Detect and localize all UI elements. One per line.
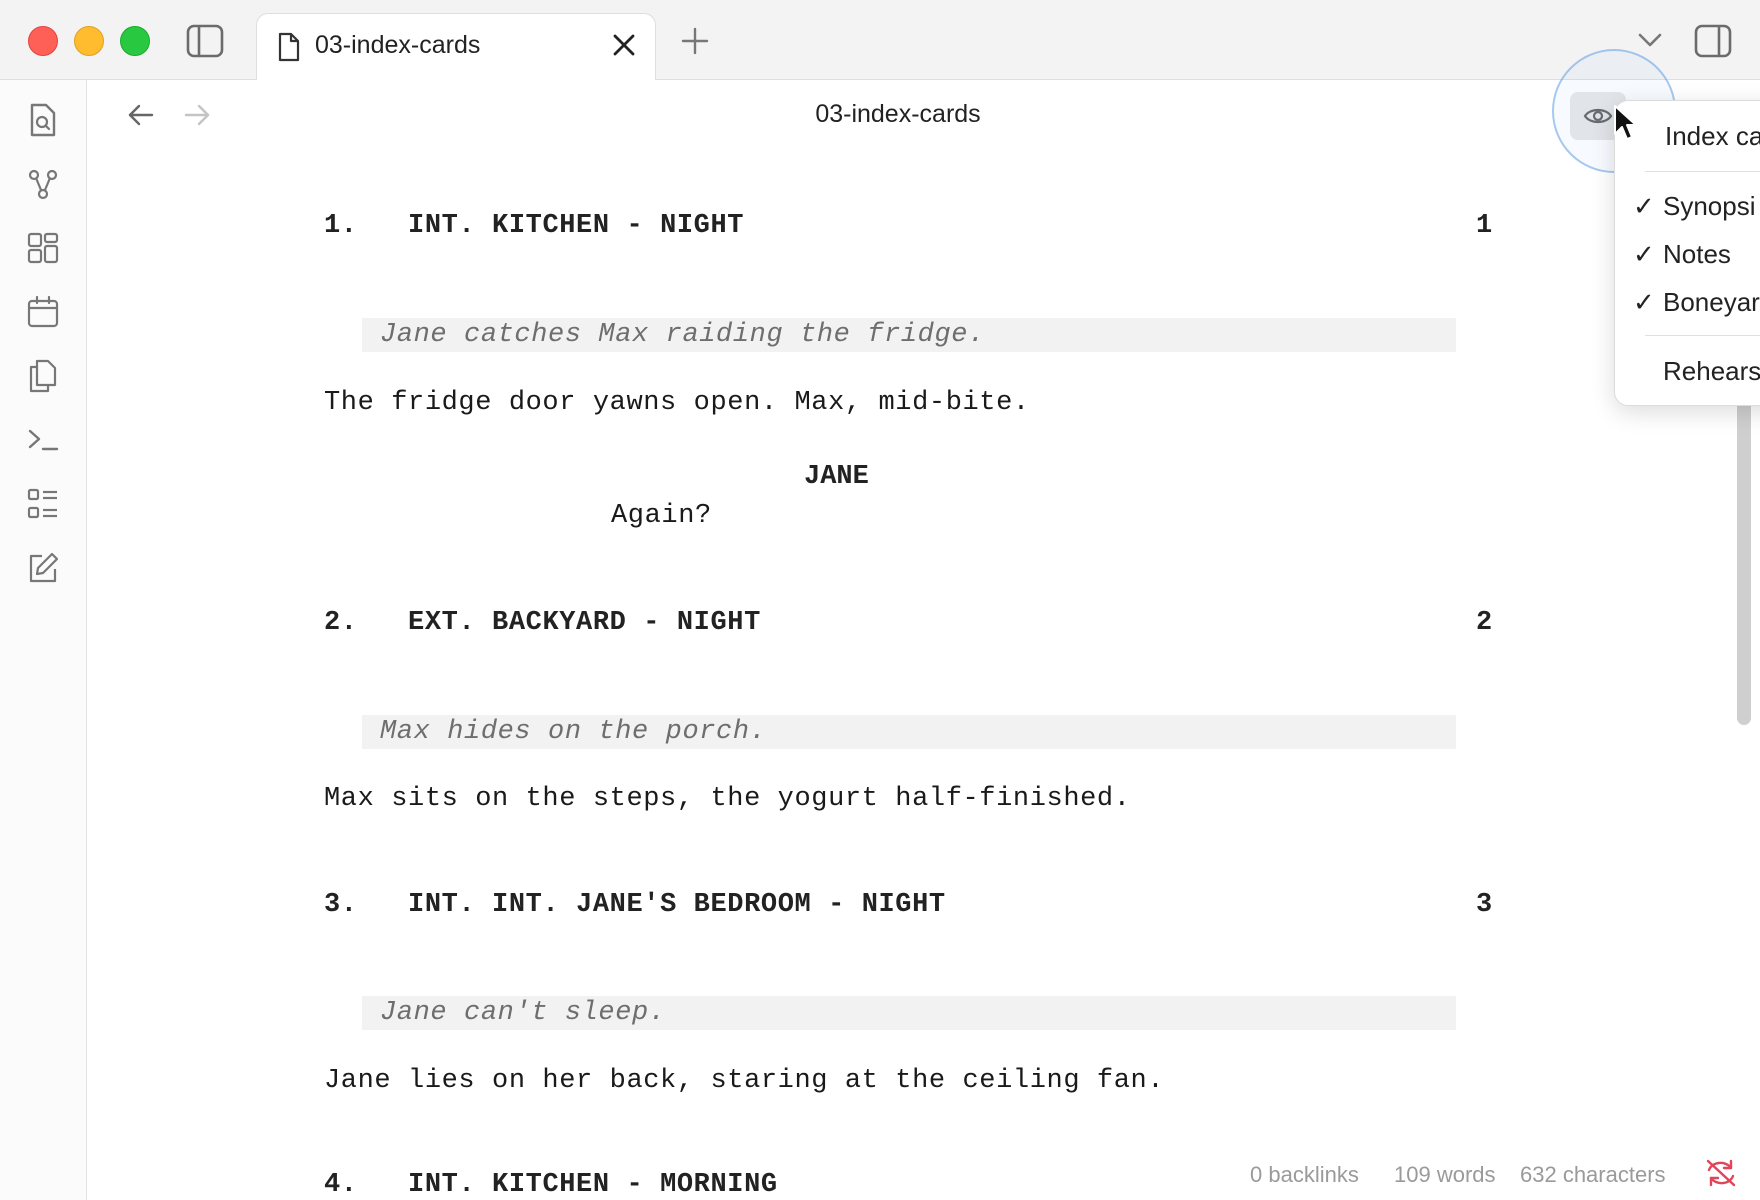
close-window-button[interactable]: [28, 26, 58, 56]
scene-index: 2.: [324, 608, 358, 638]
character-count: 632 characters: [1520, 1162, 1666, 1187]
scene-heading-text: EXT. BACKYARD - NIGHT: [408, 608, 761, 638]
tab-title: 03-index-cards: [315, 31, 481, 59]
file-search-icon: [30, 103, 56, 137]
ribbon-command-palette-button[interactable]: [22, 419, 64, 461]
toggle-left-sidebar-button[interactable]: [186, 24, 224, 58]
scene-synopsis: Jane can't sleep.: [362, 996, 1456, 1030]
action-line: The fridge door yawns open. Max, mid-bit…: [324, 388, 1030, 418]
graph-icon: [28, 169, 58, 200]
left-ribbon: [0, 80, 87, 1200]
scene-heading-text: INT. KITCHEN - MORNING: [408, 1170, 778, 1200]
scene-index: 1.: [324, 211, 358, 241]
scene-number: 2: [1476, 608, 1493, 638]
sync-status-button[interactable]: [1704, 1158, 1738, 1193]
action-line: Max sits on the steps, the yogurt half-f…: [324, 784, 1131, 814]
check-icon: ✓: [1633, 191, 1655, 221]
minimize-window-button[interactable]: [74, 26, 104, 56]
menu-item-rehearsal[interactable]: Rehears: [1663, 356, 1760, 387]
scene-heading: 3. INT. INT. JANE'S BEDROOM - NIGHT: [324, 890, 946, 920]
backlinks-count[interactable]: 0 backlinks: [1250, 1162, 1359, 1188]
grid-layout-icon: [27, 232, 59, 264]
word-count: 109 words: [1394, 1162, 1496, 1187]
ribbon-new-note-button[interactable]: [22, 547, 64, 589]
scene-heading: 2. EXT. BACKYARD - NIGHT: [324, 608, 761, 638]
scene-heading-text: INT. INT. JANE'S BEDROOM - NIGHT: [408, 890, 946, 920]
terminal-icon: [28, 429, 59, 451]
vertical-scrollbar[interactable]: [1737, 400, 1751, 725]
menu-item-synopsis[interactable]: Synopsi: [1663, 191, 1756, 222]
close-icon: [613, 34, 635, 56]
dialogue-line: Again?: [611, 501, 712, 531]
toggle-right-sidebar-button[interactable]: [1694, 24, 1732, 58]
menu-separator: [1645, 335, 1760, 336]
scene-number: 1: [1476, 211, 1493, 241]
menu-item-notes[interactable]: Notes: [1663, 239, 1731, 270]
tab-list-button[interactable]: [1636, 30, 1664, 50]
copy-files-icon: [29, 359, 57, 393]
scene-index: 3.: [324, 890, 358, 920]
scene-heading-text: INT. KITCHEN - NIGHT: [408, 211, 745, 241]
tab-03-index-cards[interactable]: 03-index-cards: [256, 13, 656, 80]
title-bar: 03-index-cards: [0, 0, 1760, 80]
list-icon: [27, 488, 57, 519]
plus-icon: [681, 27, 709, 55]
sidebar-right-icon: [1694, 24, 1732, 58]
check-icon: ✓: [1633, 287, 1655, 317]
scene-heading: 1. INT. KITCHEN - NIGHT: [324, 211, 744, 241]
zoom-window-button[interactable]: [120, 26, 150, 56]
new-tab-button[interactable]: [680, 26, 710, 56]
ribbon-canvas-button[interactable]: [22, 227, 64, 269]
scene-synopsis: Jane catches Max raiding the fridge.: [362, 318, 1456, 352]
sync-error-icon: [1706, 1159, 1736, 1187]
scene-synopsis: Max hides on the porch.: [362, 715, 1456, 749]
close-tab-button[interactable]: [609, 30, 639, 65]
edit-icon: [29, 552, 59, 583]
view-options-menu: Index ca ✓ Synopsi ✓ Notes ✓ Boneyar Reh…: [1614, 100, 1760, 406]
scene-heading: 4. INT. KITCHEN - MORNING: [324, 1170, 778, 1200]
check-icon: ✓: [1633, 239, 1655, 269]
scene-index: 4.: [324, 1170, 358, 1200]
calendar-icon: [27, 295, 59, 328]
mouse-pointer-icon: [1614, 105, 1637, 140]
app-window: 03-index-cards 03-index-cards 1. INT. KI…: [0, 0, 1760, 1200]
character-name: JANE: [804, 462, 869, 492]
ribbon-graph-view-button[interactable]: [22, 163, 64, 205]
ribbon-templates-button[interactable]: [22, 355, 64, 397]
sidebar-left-icon: [186, 24, 224, 58]
scene-number: 3: [1476, 890, 1493, 920]
chevron-down-icon: [1638, 33, 1662, 47]
document-icon: [278, 32, 300, 62]
ribbon-daily-note-button[interactable]: [22, 291, 64, 333]
ribbon-outline-button[interactable]: [22, 483, 64, 525]
ribbon-search-file-button[interactable]: [22, 99, 64, 141]
menu-separator: [1645, 171, 1760, 172]
action-line: Jane lies on her back, staring at the ce…: [324, 1066, 1165, 1096]
editor-content[interactable]: 1. INT. KITCHEN - NIGHT 1 Jane catches M…: [86, 80, 1726, 1200]
menu-item-index-cards[interactable]: Index ca: [1665, 121, 1760, 152]
menu-item-boneyard[interactable]: Boneyar: [1663, 287, 1760, 318]
